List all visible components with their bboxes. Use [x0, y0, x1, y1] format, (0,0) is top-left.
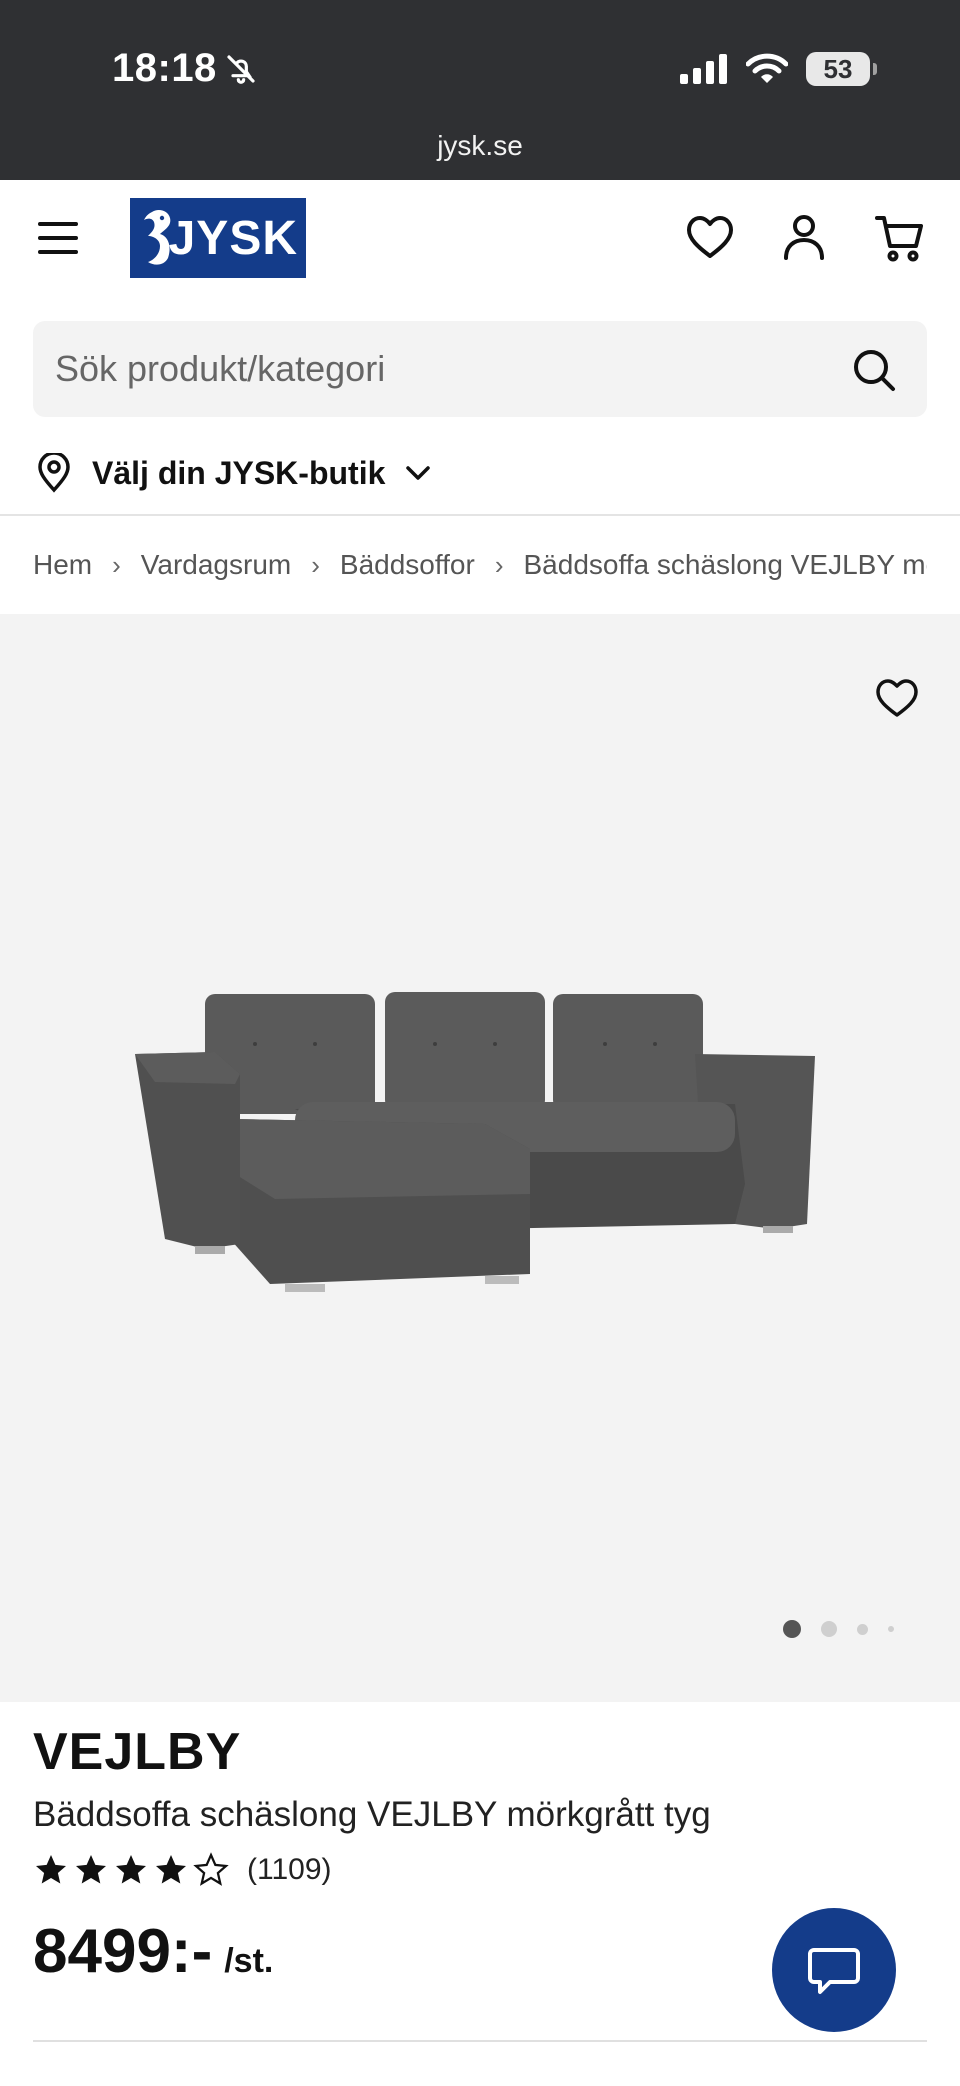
header-divider [0, 514, 960, 516]
breadcrumb-item-vardagsrum[interactable]: Vardagsrum [141, 549, 291, 581]
location-pin-icon [38, 453, 70, 493]
wifi-icon [746, 53, 788, 83]
hamburger-menu-icon[interactable] [36, 220, 80, 256]
search-icon[interactable] [851, 347, 897, 393]
url-bar[interactable]: jysk.se [0, 130, 960, 162]
battery-indicator: 53 [806, 52, 877, 86]
store-selector-label: Välj din JYSK-butik [92, 454, 386, 491]
status-time-text: 18:18 [112, 46, 217, 90]
wishlist-heart-icon[interactable] [684, 212, 736, 264]
star-filled-icon [156, 1855, 186, 1884]
product-brand: VEJLBY [33, 1723, 242, 1781]
star-filled-icon [36, 1855, 66, 1884]
store-selector[interactable]: Välj din JYSK-butik [36, 448, 431, 498]
search-bar [33, 321, 927, 417]
search-input[interactable] [55, 321, 815, 417]
status-indicators: 53 [680, 52, 877, 86]
shopping-cart-icon[interactable] [874, 212, 926, 264]
jysk-logo[interactable]: JYSK [130, 198, 306, 278]
price-value: 8499:- [33, 1917, 213, 1986]
gallery-dot-active[interactable] [783, 1620, 801, 1638]
breadcrumb-separator: › [311, 549, 320, 580]
product-title: Bäddsoffa schäslong VEJLBY mörkgrått tyg [33, 1795, 711, 1834]
breadcrumb-separator: › [112, 549, 121, 580]
product-rating[interactable]: (1109) [33, 1852, 332, 1888]
add-to-favorites-heart-icon[interactable] [874, 676, 920, 722]
gallery-pagination [783, 1620, 894, 1638]
star-filled-icon [76, 1855, 106, 1884]
star-empty-icon [193, 1852, 229, 1886]
chevron-down-icon [406, 466, 431, 480]
browser-chrome: 18:18 53 jysk.se [0, 0, 960, 180]
chat-bubble-icon [808, 1948, 860, 1994]
breadcrumb-item-hem[interactable]: Hem [33, 549, 92, 581]
product-image-sofa [135, 992, 815, 1292]
logo-bird-icon [144, 210, 171, 265]
status-time: 18:18 [112, 46, 257, 91]
price-unit: /st. [224, 1942, 274, 1980]
product-price: 8499:- /st. [33, 1916, 273, 1987]
gallery-dot[interactable] [888, 1626, 894, 1632]
breadcrumb-separator: › [494, 549, 504, 580]
star-filled-icon [116, 1855, 146, 1884]
logo-text: JYSK [168, 211, 298, 265]
breadcrumb-item-baddsoffor[interactable]: Bäddsoffor [340, 549, 475, 581]
product-image-gallery[interactable] [0, 614, 960, 1702]
gallery-dot[interactable] [857, 1623, 868, 1635]
site-header: JYSK [0, 180, 960, 300]
silent-mode-icon [227, 54, 255, 84]
chat-button[interactable] [772, 1908, 896, 2032]
breadcrumb-item-current: Bäddsoffa schäslong VEJLBY mörk [523, 549, 928, 580]
account-user-icon[interactable] [778, 212, 830, 264]
review-count[interactable]: (1109) [247, 1853, 332, 1887]
cellular-signal-icon [680, 54, 727, 84]
breadcrumb: Hem › Vardagsrum › Bäddsoffor › Bäddsoff… [33, 545, 927, 585]
section-divider [33, 2040, 927, 2042]
gallery-dot[interactable] [821, 1621, 837, 1637]
